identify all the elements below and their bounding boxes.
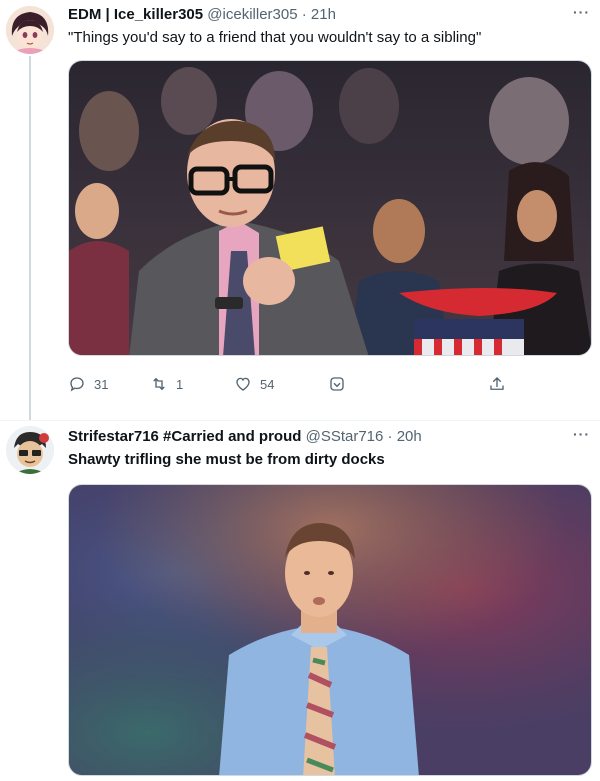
- reply-button[interactable]: 31: [68, 372, 108, 396]
- like-icon: [236, 377, 250, 391]
- tweet-media-image[interactable]: [68, 484, 592, 776]
- like-count: 54: [260, 376, 275, 392]
- moment-button[interactable]: [328, 372, 346, 396]
- moment-icon: [330, 377, 344, 391]
- reply-count: 31: [94, 376, 109, 392]
- reply-icon: [70, 377, 84, 392]
- share-icon: [490, 377, 504, 390]
- avatar[interactable]: [6, 426, 54, 474]
- handle-time[interactable]: @icekiller305 · 21h: [207, 6, 336, 23]
- more-options-icon[interactable]: ···: [573, 4, 590, 20]
- display-name[interactable]: EDM | Ice_killer305: [68, 6, 203, 23]
- more-options-icon[interactable]: ···: [573, 426, 590, 442]
- thread-line: [29, 56, 31, 420]
- handle-time[interactable]: @SStar716 · 20h: [306, 428, 422, 445]
- tweet-actions: 31 1 54: [68, 372, 508, 396]
- retweet-count: 1: [176, 376, 184, 392]
- avatar[interactable]: [6, 6, 54, 54]
- tweet-header: EDM | Ice_killer305 @icekiller305 · 21h: [68, 5, 336, 25]
- tweet-text: Shawty trifling she must be from dirty d…: [68, 451, 385, 468]
- tweet-media-image[interactable]: [68, 60, 592, 356]
- tweet-header: Strifestar716 #Carried and proud @SStar7…: [68, 427, 422, 447]
- tweet-2[interactable]: Strifestar716 #Carried and proud @SStar7…: [0, 421, 600, 781]
- share-button[interactable]: [488, 372, 506, 396]
- tweet-1[interactable]: EDM | Ice_killer305 @icekiller305 · 21h …: [0, 0, 600, 420]
- tweet-text: "Things you'd say to a friend that you w…: [68, 29, 482, 46]
- retweet-icon: [153, 377, 165, 391]
- retweet-button[interactable]: 1: [150, 372, 183, 396]
- like-button[interactable]: 54: [234, 372, 274, 396]
- display-name[interactable]: Strifestar716 #Carried and proud: [68, 428, 301, 445]
